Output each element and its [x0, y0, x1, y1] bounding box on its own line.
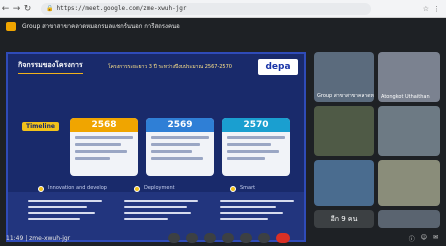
browser-toolbar: ← → ↻ 🔒 https://meet.google.com/zme-xwuh…	[0, 0, 446, 18]
participant-tile[interactable]: Group สาขาสาขาคลาดหมอกรมลแชกร์นนอก	[314, 52, 374, 102]
meeting-title: Group สาขาสาขาคลาดหมอกรมลแชกร์นนอก การีส…	[22, 23, 180, 30]
more-options-button[interactable]	[258, 233, 270, 243]
lock-icon: 🔒	[46, 5, 54, 12]
participant-tile[interactable]	[378, 106, 440, 156]
year-label: 2568	[70, 118, 138, 132]
meet-controls: 11:49 | zme-xwuh-jgr ⓘ ☺ ✉	[0, 230, 446, 246]
stage-description	[124, 200, 198, 224]
more-participants-tile[interactable]: อีก 9 คน	[314, 210, 374, 228]
meeting-time-code: 11:49 | zme-xwuh-jgr	[6, 234, 71, 242]
captions-button[interactable]	[204, 233, 216, 243]
forward-icon[interactable]: →	[11, 2, 22, 16]
meet-topbar: Group สาขาสาขาคลาดหมอกรมลแชกร์นนอก การีส…	[0, 18, 446, 34]
reload-icon[interactable]: ↻	[22, 2, 33, 16]
year-card-1: 2568	[70, 118, 138, 176]
meet-logo-icon	[6, 21, 16, 31]
stage-description	[220, 200, 294, 224]
side-panel-icons: ⓘ ☺ ✉	[409, 234, 438, 243]
camera-button[interactable]	[186, 233, 198, 243]
year-card-3: 2570	[222, 118, 290, 176]
participant-tile[interactable]	[314, 106, 374, 156]
year-label: 2569	[146, 118, 214, 132]
raise-hand-button[interactable]	[222, 233, 234, 243]
participant-tile[interactable]	[314, 160, 374, 206]
star-icon[interactable]: ☆	[423, 5, 429, 13]
stage-dot	[134, 186, 140, 192]
more-participants-count: อีก 9 คน	[330, 214, 358, 223]
stage-description	[28, 200, 102, 224]
presentation-slide: กิจกรรมของโครงการ โครงการระยะยาว 3 ปี ระ…	[6, 52, 306, 242]
year-label: 2570	[222, 118, 290, 132]
participant-tile[interactable]: Atongkot Uthaithan	[378, 52, 440, 102]
timeline-label: Timeline	[22, 122, 59, 131]
stage-dot	[230, 186, 236, 192]
slide-heading: กิจกรรมของโครงการ	[18, 60, 83, 74]
depa-logo: depa	[258, 59, 298, 75]
participant-name: Atongkot Uthaithan	[381, 94, 430, 100]
meet-window: Group สาขาสาขาคลาดหมอกรมลแชกร์นนอก การีส…	[0, 18, 446, 246]
stage-label: Smart	[240, 185, 256, 191]
url-text: https://meet.google.com/zme-xwuh-jgr	[56, 5, 187, 12]
extensions-icon[interactable]: ⋮	[433, 5, 440, 13]
call-buttons	[168, 233, 290, 243]
browser-actions: ☆ ⋮	[423, 5, 446, 13]
info-icon[interactable]: ⓘ	[409, 234, 415, 243]
participant-name: Group สาขาสาขาคลาดหมอกรมลแชกร์นนอก	[317, 93, 374, 99]
participant-tile[interactable]	[378, 160, 440, 206]
chat-icon[interactable]: ✉	[433, 234, 438, 243]
participant-tile[interactable]	[378, 210, 440, 228]
stage-label: Innovation and develop	[48, 185, 107, 191]
stage-dot	[38, 186, 44, 192]
stage-label: Deployment	[144, 185, 175, 191]
address-bar[interactable]: 🔒 https://meet.google.com/zme-xwuh-jgr	[41, 2, 371, 15]
mic-button[interactable]	[168, 233, 180, 243]
present-button[interactable]	[240, 233, 252, 243]
slide-subtitle: โครงการระยะยาว 3 ปี ระหว่างปีงบประมาณ 25…	[108, 64, 232, 70]
year-card-2: 2569	[146, 118, 214, 176]
end-call-button[interactable]	[276, 233, 290, 243]
people-icon[interactable]: ☺	[421, 234, 427, 243]
back-icon[interactable]: ←	[0, 2, 11, 16]
